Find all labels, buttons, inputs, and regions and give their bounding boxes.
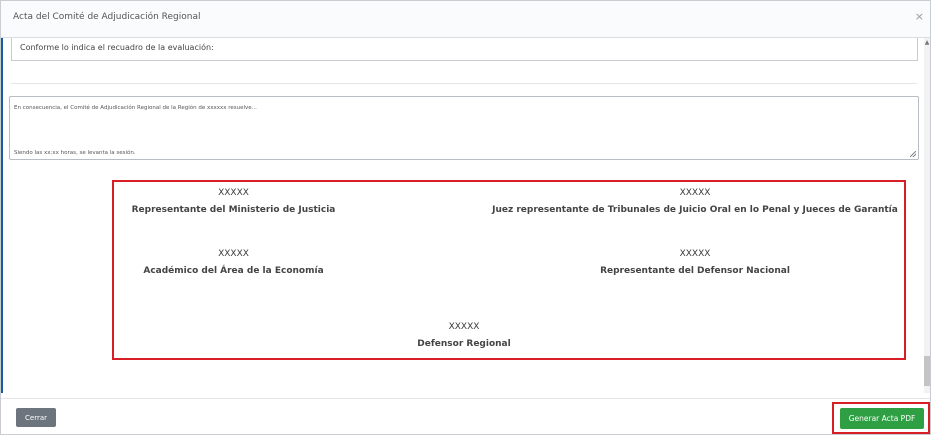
resolution-line-1: En consecuencia, el Comité de Adjudicaci…: [14, 105, 257, 111]
left-accent-bar: [1, 38, 3, 393]
footer-divider: [1, 398, 930, 399]
signatory-name: XXXXX: [679, 188, 711, 198]
evaluation-box: Conforme lo indica el recuadro de la eva…: [11, 38, 918, 61]
scroll-up-icon[interactable]: ▲: [924, 39, 930, 46]
signature-block: XXXXX Representante del Defensor Naciona…: [486, 249, 904, 276]
signature-block: XXXXX Juez representante de Tribunales d…: [486, 188, 904, 215]
scrollbar-thumb[interactable]: [924, 356, 930, 386]
resolution-line-2: Siendo las xx:xx horas, se levanta la se…: [14, 150, 136, 156]
resolution-textarea[interactable]: En consecuencia, el Comité de Adjudicaci…: [9, 96, 919, 160]
scrollbar-track[interactable]: [924, 38, 930, 393]
signatory-name: XXXXX: [679, 249, 711, 259]
generar-acta-pdf-button[interactable]: Generar Acta PDF: [840, 408, 924, 429]
acta-modal: Acta del Comité de Adjudicación Regional…: [0, 0, 931, 435]
section-divider: [11, 83, 917, 84]
cerrar-button[interactable]: Cerrar: [16, 408, 56, 427]
signature-block: XXXXX Defensor Regional: [364, 322, 564, 349]
close-icon[interactable]: ×: [915, 10, 924, 23]
signature-block: XXXXX Representante del Ministerio de Ju…: [121, 188, 346, 215]
signatory-name: XXXXX: [218, 188, 249, 198]
signature-block: XXXXX Académico del Área de la Economía: [121, 249, 346, 276]
modal-header: Acta del Comité de Adjudicación Regional…: [1, 1, 930, 38]
signatory-role: Representante del Ministerio de Justicia: [131, 205, 336, 215]
signatory-role: Académico del Área de la Economía: [143, 266, 324, 276]
evaluation-box-text: Conforme lo indica el recuadro de la eva…: [20, 43, 214, 52]
resize-handle-icon[interactable]: [910, 151, 916, 157]
signatory-role: Defensor Regional: [417, 339, 511, 349]
signatory-role: Representante del Defensor Nacional: [600, 266, 790, 276]
signatory-name: XXXXX: [448, 322, 480, 332]
signatory-role: Juez representante de Tribunales de Juic…: [492, 205, 898, 215]
modal-title: Acta del Comité de Adjudicación Regional: [13, 12, 201, 22]
signatory-name: XXXXX: [218, 249, 249, 259]
